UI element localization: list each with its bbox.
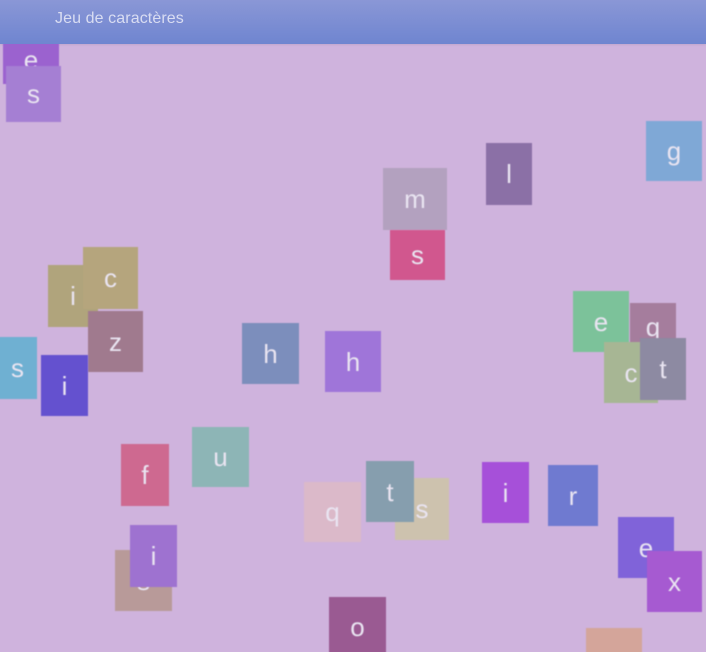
- letter-tile[interactable]: s: [6, 66, 61, 122]
- letter-tile[interactable]: i: [130, 525, 177, 587]
- letter-tile[interactable]: o: [329, 597, 386, 652]
- letter-tile[interactable]: x: [647, 551, 702, 612]
- letter-tile[interactable]: h: [325, 331, 381, 392]
- letter-tile[interactable]: s: [0, 337, 37, 399]
- letter-playfield[interactable]: esglmsiczsihheqctufqstirexsio: [0, 44, 706, 652]
- letter-tile[interactable]: m: [383, 168, 447, 230]
- letter-tile[interactable]: f: [121, 444, 169, 506]
- letter-tile[interactable]: r: [548, 465, 598, 526]
- window-title: Jeu de caractères: [55, 10, 184, 27]
- letter-tile[interactable]: h: [242, 323, 299, 384]
- letter-tile[interactable]: c: [83, 247, 138, 309]
- window-titlebar: Jeu de caractères: [0, 0, 706, 44]
- letter-tile[interactable]: i: [482, 462, 529, 523]
- letter-tile[interactable]: l: [486, 143, 532, 205]
- letter-tile[interactable]: t: [640, 338, 686, 400]
- letter-tile[interactable]: q: [304, 482, 361, 542]
- letter-tile[interactable]: u: [192, 427, 249, 487]
- letter-tile[interactable]: g: [646, 121, 702, 181]
- letter-tile[interactable]: s: [390, 230, 445, 280]
- letter-tile[interactable]: z: [88, 311, 143, 372]
- letter-tile[interactable]: i: [41, 355, 88, 416]
- letter-tile[interactable]: [586, 628, 642, 652]
- letter-tile[interactable]: t: [366, 461, 414, 522]
